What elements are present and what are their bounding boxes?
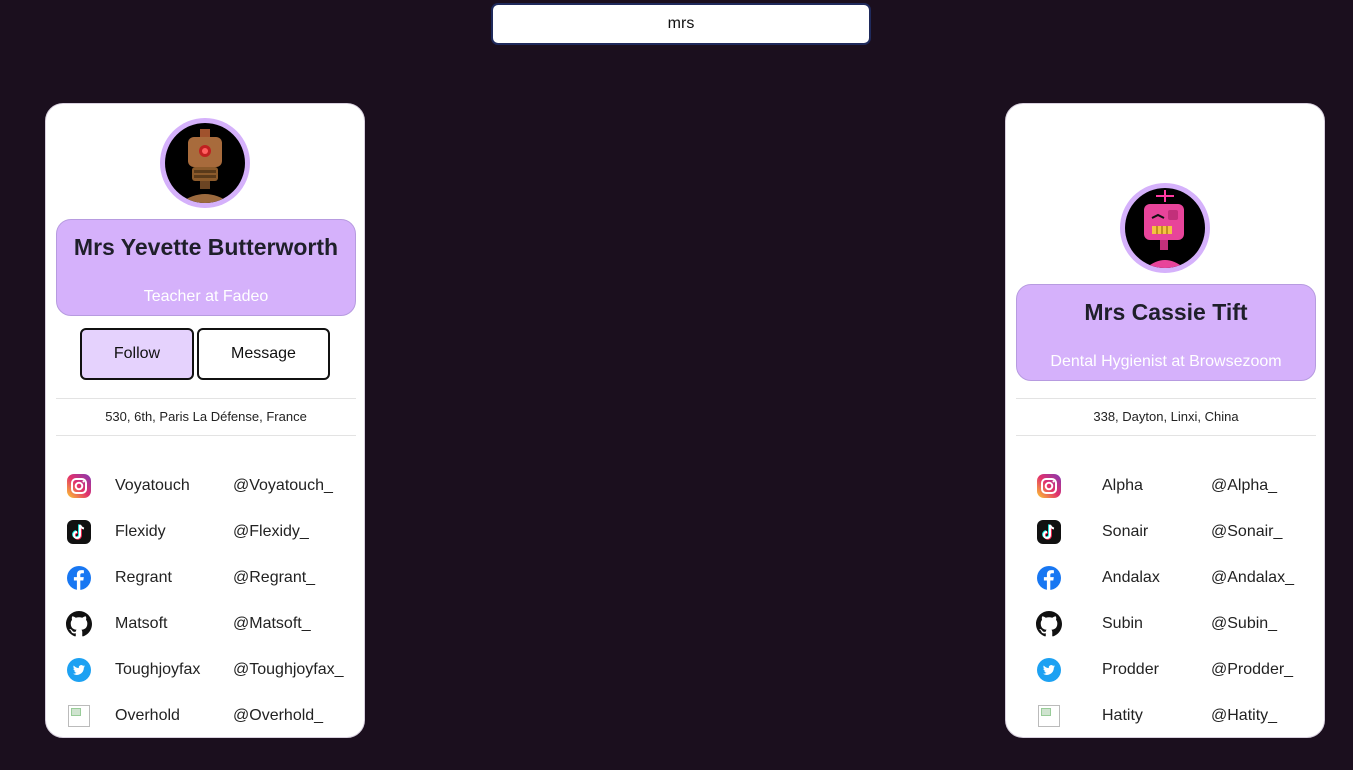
name-box: Mrs Yevette Butterworth Teacher at Fadeo xyxy=(56,219,356,316)
search-input[interactable] xyxy=(493,5,869,43)
social-handle: @Andalax_ xyxy=(1211,569,1294,586)
social-handle: @Subin_ xyxy=(1211,615,1278,632)
social-name: Regrant xyxy=(115,569,172,586)
social-row[interactable]: Alpha @Alpha_ xyxy=(1006,473,1324,519)
social-handle: @Toughjoyfax_ xyxy=(233,661,344,678)
instagram-icon xyxy=(66,473,92,499)
social-handle: @Alpha_ xyxy=(1211,477,1278,494)
avatar xyxy=(160,118,250,208)
social-row[interactable]: Matsoft @Matsoft_ xyxy=(46,611,364,657)
social-name: Alpha xyxy=(1102,477,1143,494)
profile-card: Mrs Cassie Tift Dental Hygienist at Brow… xyxy=(1005,103,1325,738)
social-name: Sonair xyxy=(1102,523,1149,540)
social-row[interactable]: Prodder @Prodder_ xyxy=(1006,657,1324,703)
social-name: Subin xyxy=(1102,615,1143,632)
social-handle: @Prodder_ xyxy=(1211,661,1294,678)
social-row[interactable]: Sonair @Sonair_ xyxy=(1006,519,1324,565)
follow-button[interactable]: Follow xyxy=(80,328,194,380)
social-name: Matsoft xyxy=(115,615,168,632)
twitter-icon xyxy=(66,657,92,683)
social-list: Voyatouch @Voyatouch_ Flexidy @Flexidy_ xyxy=(46,473,364,737)
avatar xyxy=(1120,183,1210,273)
social-row[interactable]: Andalax @Andalax_ xyxy=(1006,565,1324,611)
instagram-icon xyxy=(1036,473,1062,499)
facebook-icon xyxy=(66,565,92,591)
social-name: Flexidy xyxy=(115,523,166,540)
tiktok-icon xyxy=(1036,519,1062,545)
social-name: Voyatouch xyxy=(115,477,190,494)
social-name: Andalax xyxy=(1102,569,1160,586)
profile-address: 530, 6th, Paris La Défense, France xyxy=(56,398,356,436)
profile-card: Mrs Yevette Butterworth Teacher at Fadeo… xyxy=(45,103,365,738)
profile-address: 338, Dayton, Linxi, China xyxy=(1016,398,1316,436)
social-row[interactable]: Hatity @Hatity_ xyxy=(1006,703,1324,737)
social-row[interactable]: Overhold @Overhold_ xyxy=(46,703,364,737)
profile-name: Mrs Yevette Butterworth xyxy=(73,234,339,260)
broken-image-icon xyxy=(1036,703,1062,729)
name-box: Mrs Cassie Tift Dental Hygienist at Brow… xyxy=(1016,284,1316,381)
social-row[interactable]: Regrant @Regrant_ xyxy=(46,565,364,611)
profile-job: Teacher at Fadeo xyxy=(143,288,269,305)
social-name: Toughjoyfax xyxy=(115,661,201,678)
tiktok-icon xyxy=(66,519,92,545)
social-row[interactable]: Subin @Subin_ xyxy=(1006,611,1324,657)
github-icon xyxy=(1036,611,1062,637)
social-name: Hatity xyxy=(1102,707,1143,724)
social-handle: @Sonair_ xyxy=(1211,523,1283,540)
profile-job: Dental Hygienist at Browsezoom xyxy=(1050,353,1282,370)
broken-image-icon xyxy=(66,703,92,729)
robot-avatar-icon xyxy=(180,129,230,203)
robot-avatar-icon xyxy=(1144,190,1184,268)
social-row[interactable]: Flexidy @Flexidy_ xyxy=(46,519,364,565)
social-row[interactable]: Toughjoyfax @Toughjoyfax_ xyxy=(46,657,364,703)
github-icon xyxy=(66,611,92,637)
social-row[interactable]: Voyatouch @Voyatouch_ xyxy=(46,473,364,519)
social-handle: @Flexidy_ xyxy=(233,523,309,540)
social-handle: @Hatity_ xyxy=(1211,707,1278,724)
message-button[interactable]: Message xyxy=(197,328,330,380)
social-list: Alpha @Alpha_ Sonair @Sonair_ Andalax @A… xyxy=(1006,473,1324,737)
social-handle: @Regrant_ xyxy=(233,569,316,586)
social-name: Prodder xyxy=(1102,661,1159,678)
social-handle: @Overhold_ xyxy=(233,707,324,724)
social-name: Overhold xyxy=(115,707,180,724)
twitter-icon xyxy=(1036,657,1062,683)
facebook-icon xyxy=(1036,565,1062,591)
social-handle: @Matsoft_ xyxy=(233,615,311,632)
search-container xyxy=(491,3,871,45)
social-handle: @Voyatouch_ xyxy=(233,477,333,494)
profile-name: Mrs Cassie Tift xyxy=(1084,299,1248,325)
